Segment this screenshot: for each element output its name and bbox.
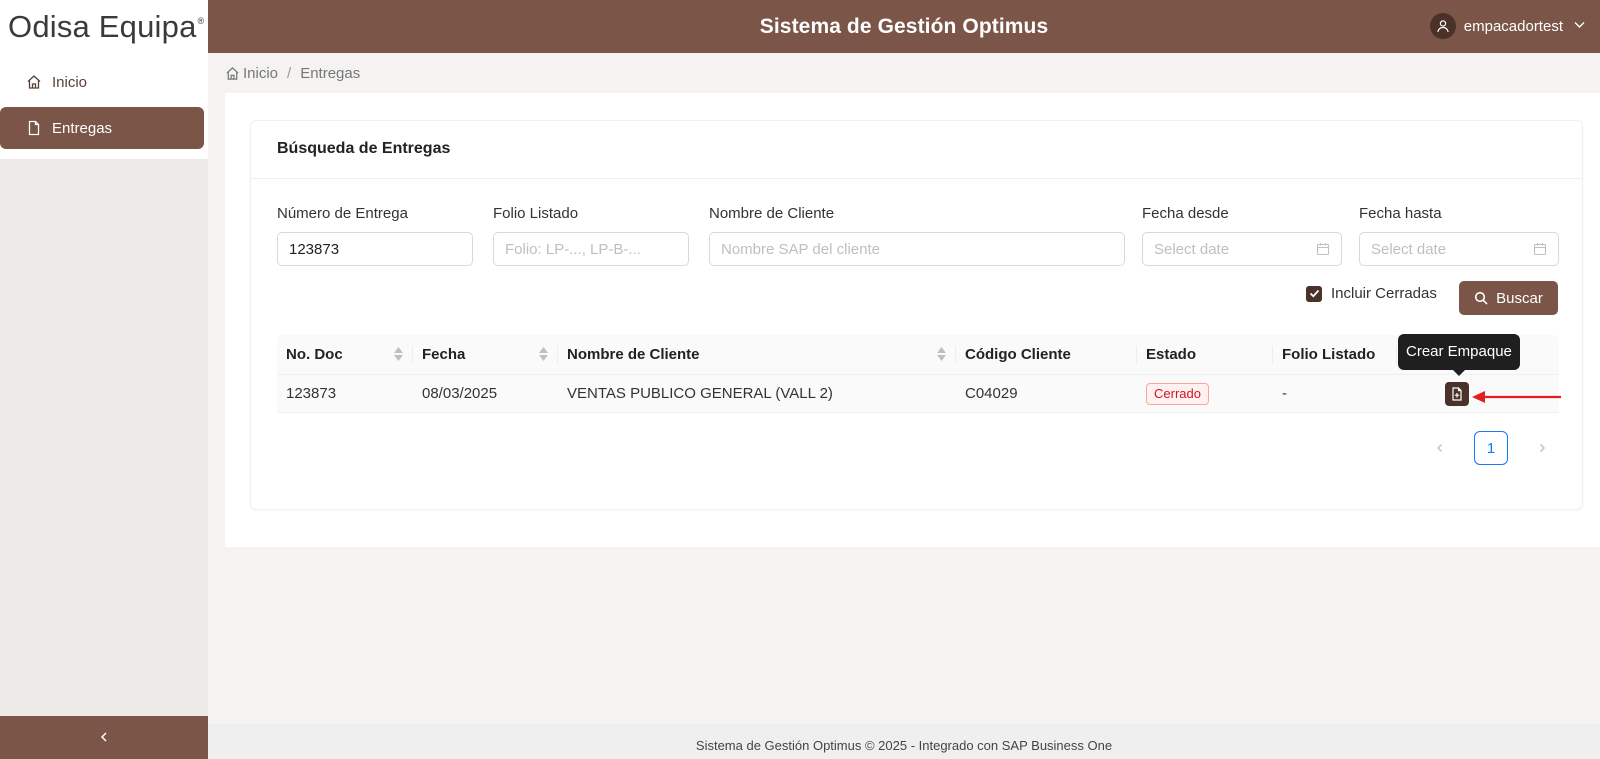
search-icon — [1475, 291, 1488, 305]
pagination-next-button[interactable] — [1526, 432, 1558, 464]
cell-codigo-cliente: C04029 — [965, 385, 1018, 402]
input-placeholder: Nombre SAP del cliente — [721, 240, 880, 258]
sort-icon — [937, 347, 946, 361]
folio-listado-input[interactable]: Folio: LP-..., LP-B-... — [493, 232, 689, 266]
footer: Sistema de Gestión Optimus © 2025 - Inte… — [208, 724, 1600, 759]
search-card: Búsqueda de Entregas Número de Entrega 1… — [250, 120, 1583, 510]
crear-empaque-tooltip: Crear Empaque — [1398, 334, 1520, 376]
sidebar: Odisa Equipa ® Inicio Entregas — [0, 0, 208, 759]
input-placeholder: Select date — [1154, 240, 1230, 258]
nombre-cliente-input[interactable]: Nombre SAP del cliente — [709, 232, 1125, 266]
table-row: 123873 08/03/2025 VENTAS PUBLICO GENERAL… — [277, 375, 1559, 413]
col-header-estado: Estado — [1137, 335, 1273, 374]
deliveries-table: No. Doc Fecha Nombre de Cliente Código C… — [277, 335, 1559, 413]
breadcrumb-separator: / — [287, 65, 292, 82]
search-button-label: Buscar — [1496, 289, 1543, 307]
column-label: No. Doc — [286, 346, 343, 363]
field-label: Nombre de Cliente — [709, 205, 835, 222]
chevron-down-icon — [1573, 18, 1586, 35]
table-header: No. Doc Fecha Nombre de Cliente Código C… — [277, 335, 1559, 375]
user-menu[interactable]: empacadortest — [1429, 13, 1586, 39]
status-badge: Cerrado — [1146, 382, 1209, 405]
annotation-arrow-icon — [1472, 391, 1561, 403]
calendar-icon — [1533, 243, 1547, 256]
pagination-page-1[interactable]: 1 — [1474, 431, 1508, 465]
logo-registered-mark: ® — [197, 15, 205, 26]
sort-icon — [394, 347, 403, 361]
col-header-codigo-cliente: Código Cliente — [956, 335, 1137, 374]
column-label: Estado — [1146, 346, 1197, 363]
cell-fecha: 08/03/2025 — [422, 385, 498, 402]
pagination: 1 — [1424, 431, 1558, 465]
content-area: Búsqueda de Entregas Número de Entrega 1… — [225, 93, 1600, 547]
column-label: Código Cliente — [965, 346, 1071, 363]
field-label: Número de Entrega — [277, 205, 408, 222]
cell-folio-listado: - — [1282, 385, 1287, 402]
field-label: Folio Listado — [493, 205, 579, 222]
chevron-left-icon — [1437, 444, 1442, 452]
username: empacadortest — [1463, 17, 1563, 35]
sidebar-item-inicio[interactable]: Inicio — [0, 61, 204, 103]
cell-no-doc: 123873 — [286, 385, 337, 402]
chevron-right-icon — [1540, 444, 1545, 452]
sidebar-collapse-button[interactable] — [0, 716, 208, 759]
field-label: Fecha hasta — [1359, 205, 1442, 222]
col-header-folio-listado: Folio Listado — [1273, 335, 1397, 374]
input-placeholder: Folio: LP-..., LP-B-... — [505, 240, 641, 258]
column-label: Folio Listado — [1282, 346, 1376, 363]
pagination-prev-button[interactable] — [1424, 432, 1456, 464]
sidebar-menu: Inicio Entregas — [0, 53, 208, 159]
search-button[interactable]: Buscar — [1459, 281, 1558, 315]
chevron-left-icon — [98, 727, 110, 748]
file-icon — [26, 120, 42, 136]
checkmark-icon — [1306, 285, 1322, 302]
home-icon — [226, 67, 239, 80]
field-fecha-hasta: Fecha hasta Select date — [1359, 205, 1559, 266]
breadcrumb-current: Entregas — [300, 65, 361, 82]
user-avatar-icon — [1429, 13, 1456, 39]
breadcrumb: Inicio / Entregas — [225, 65, 360, 82]
sidebar-item-label: Inicio — [52, 73, 88, 91]
field-nombre-cliente: Nombre de Cliente Nombre SAP del cliente — [709, 205, 1125, 266]
input-value: 123873 — [289, 240, 340, 258]
file-add-icon — [1452, 386, 1462, 401]
field-label: Fecha desde — [1142, 205, 1229, 222]
crear-empaque-button[interactable] — [1445, 381, 1469, 406]
field-folio-listado: Folio Listado Folio: LP-..., LP-B-... — [493, 205, 689, 266]
include-closed-label: Incluir Cerradas — [1331, 285, 1437, 302]
col-header-fecha[interactable]: Fecha — [413, 335, 558, 374]
card-title: Búsqueda de Entregas — [251, 121, 1582, 179]
include-closed-checkbox[interactable]: Incluir Cerradas — [1306, 285, 1437, 302]
sort-icon — [539, 347, 548, 361]
home-icon — [26, 74, 42, 90]
calendar-icon — [1316, 243, 1330, 256]
field-fecha-desde: Fecha desde Select date — [1142, 205, 1342, 266]
fecha-hasta-picker[interactable]: Select date — [1359, 232, 1559, 266]
field-numero-entrega: Número de Entrega 123873 — [277, 205, 473, 266]
col-header-nombre-cliente[interactable]: Nombre de Cliente — [558, 335, 956, 374]
cell-estado: Cerrado — [1137, 375, 1273, 412]
fecha-desde-picker[interactable]: Select date — [1142, 232, 1342, 266]
column-label: Nombre de Cliente — [567, 346, 700, 363]
sidebar-item-entregas[interactable]: Entregas — [0, 107, 204, 149]
numero-entrega-input[interactable]: 123873 — [277, 232, 473, 266]
logo-text: Odisa Equipa — [8, 8, 197, 44]
sidebar-item-label: Entregas — [52, 119, 113, 137]
search-form: Número de Entrega 123873 Folio Listado F… — [277, 205, 1559, 266]
input-placeholder: Select date — [1371, 240, 1447, 258]
col-header-no-doc[interactable]: No. Doc — [277, 335, 413, 374]
top-header: Sistema de Gestión Optimus empacadortest — [208, 0, 1600, 53]
brand-logo[interactable]: Odisa Equipa ® — [0, 0, 208, 53]
breadcrumb-home-label: Inicio — [243, 65, 279, 82]
breadcrumb-home[interactable]: Inicio — [225, 65, 278, 82]
cell-nombre-cliente: VENTAS PUBLICO GENERAL (VALL 2) — [567, 385, 833, 402]
page-title: Sistema de Gestión Optimus — [759, 14, 1049, 38]
column-label: Fecha — [422, 346, 466, 363]
